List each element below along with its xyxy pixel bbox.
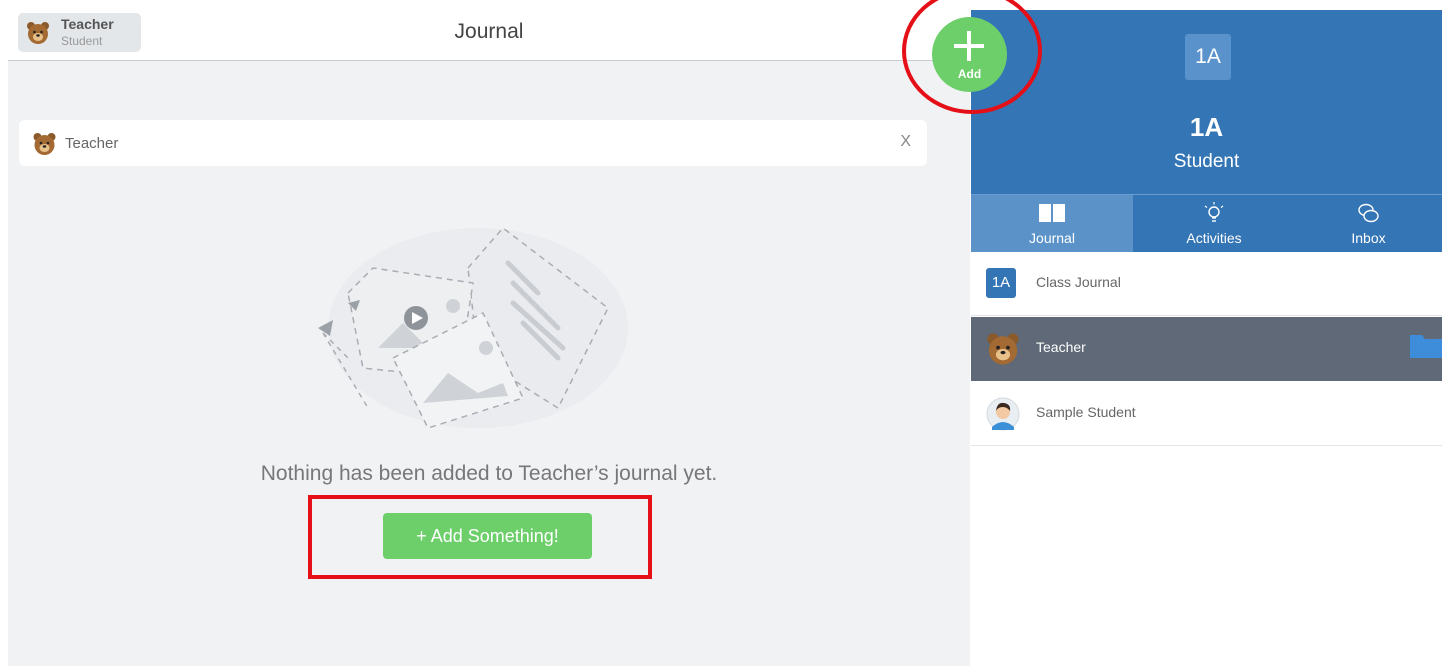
tab-activities[interactable]: Activities (1133, 195, 1295, 252)
top-bar: Teacher Student Journal (8, 10, 970, 61)
list-item-teacher[interactable]: Teacher (971, 317, 1442, 381)
folder-icon[interactable] (1410, 332, 1442, 358)
list-item-class-journal[interactable]: 1A Class Journal (971, 252, 1442, 316)
bear-avatar-icon (33, 133, 56, 155)
tab-label: Journal (1029, 230, 1075, 246)
list-item-label: Teacher (1036, 339, 1086, 355)
tab-journal[interactable]: Journal (971, 195, 1133, 252)
class-sidebar: 1A 1A Student Journal Activities Inbox 1… (971, 10, 1442, 666)
class-name: 1A (1189, 112, 1224, 142)
book-icon (1039, 204, 1065, 222)
list-item-label: Sample Student (1036, 404, 1136, 420)
list-item-sample-student[interactable]: Sample Student (971, 382, 1442, 446)
student-avatar-icon (986, 397, 1020, 431)
class-badge: 1A (1185, 34, 1231, 80)
student-filter-bar: Teacher X (19, 120, 927, 166)
empty-state-message: Nothing has been added to Teacher’s jour… (260, 462, 718, 485)
filter-student-name: Teacher (65, 135, 119, 152)
tab-label: Inbox (1351, 230, 1386, 246)
class-header: 1A 1A Student (971, 10, 1442, 194)
empty-journal-illustration (318, 226, 628, 429)
lightbulb-icon (1204, 202, 1224, 222)
list-item-label: Class Journal (1036, 274, 1121, 290)
page-title: Journal (454, 20, 524, 43)
clear-filter-button[interactable]: X (900, 133, 911, 151)
class-badge-small: 1A (986, 268, 1016, 298)
tab-label: Activities (1186, 230, 1242, 246)
highlight-annotation-rect (308, 495, 652, 579)
tab-inbox[interactable]: Inbox (1295, 195, 1442, 252)
class-role: Student (1173, 151, 1240, 172)
bear-avatar-icon (987, 333, 1019, 365)
sidebar-tabs: Journal Activities Inbox (971, 194, 1442, 252)
chat-bubbles-icon (1357, 203, 1379, 223)
